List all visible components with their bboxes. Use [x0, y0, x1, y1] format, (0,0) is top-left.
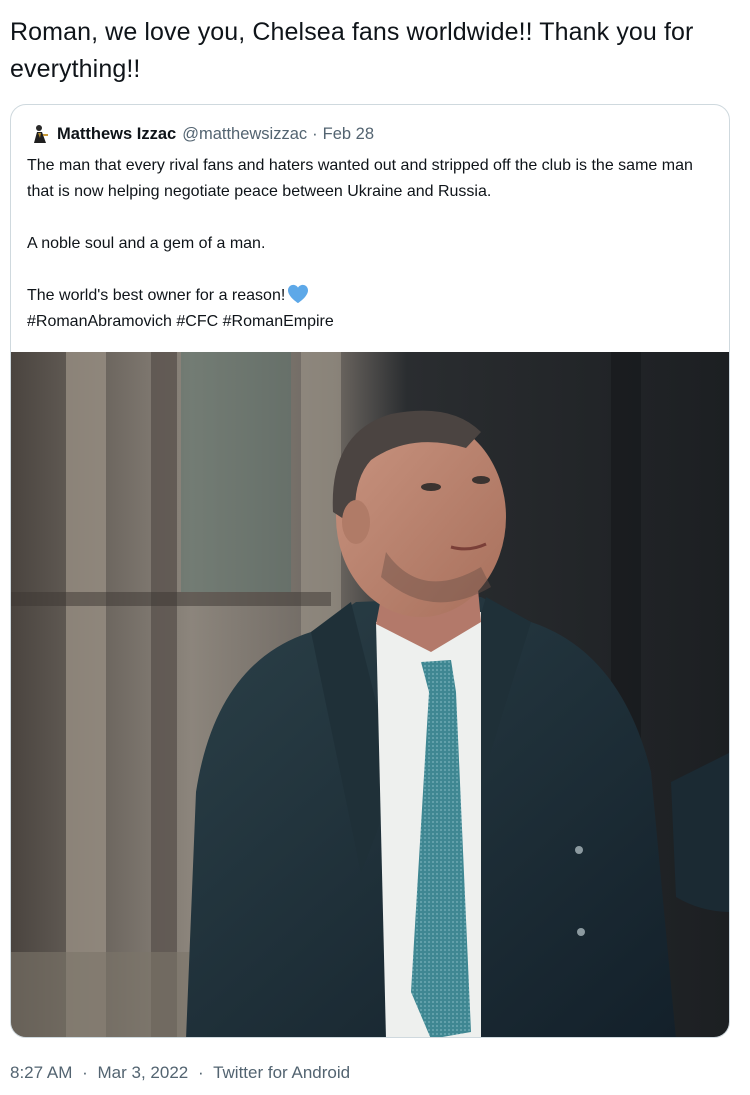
quoted-paragraph: A noble soul and a gem of a man.	[27, 235, 266, 252]
quoted-tweet-header: Matthews Izzac @matthewsizzac · Feb 28	[29, 123, 374, 145]
tweet-date[interactable]: Mar 3, 2022	[98, 1063, 189, 1082]
quoted-hashtags[interactable]: #RomanAbramovich #CFC #RomanEmpire	[27, 309, 717, 335]
quoted-tweet-body: The man that every rival fans and haters…	[27, 153, 717, 335]
blue-heart-icon	[288, 284, 309, 304]
tweet-meta: 8:27 AM · Mar 3, 2022 · Twitter for Andr…	[10, 1063, 350, 1083]
quoted-paragraph-text: The world's best owner for a reason!	[27, 287, 286, 304]
tweet-text: Roman, we love you, Chelsea fans worldwi…	[10, 18, 694, 83]
quoted-paragraph: The world's best owner for a reason!	[27, 283, 717, 309]
quoted-author-name[interactable]: Matthews Izzac	[57, 125, 176, 144]
separator-dot: ·	[312, 124, 318, 143]
quoted-author-handle[interactable]: @matthewsizzac	[182, 125, 307, 144]
quoted-date[interactable]: Feb 28	[323, 125, 374, 144]
quoted-tweet-card[interactable]: Matthews Izzac @matthewsizzac · Feb 28 T…	[10, 104, 730, 1038]
separator-dot: ·	[82, 1063, 88, 1082]
tweet-source[interactable]: Twitter for Android	[213, 1063, 350, 1082]
tweet-time[interactable]: 8:27 AM	[10, 1063, 72, 1082]
quoted-paragraph: The man that every rival fans and haters…	[27, 157, 693, 200]
quoted-tweet-photo[interactable]	[11, 352, 730, 1038]
avatar[interactable]	[29, 123, 51, 145]
separator-dot: ·	[197, 1063, 204, 1082]
